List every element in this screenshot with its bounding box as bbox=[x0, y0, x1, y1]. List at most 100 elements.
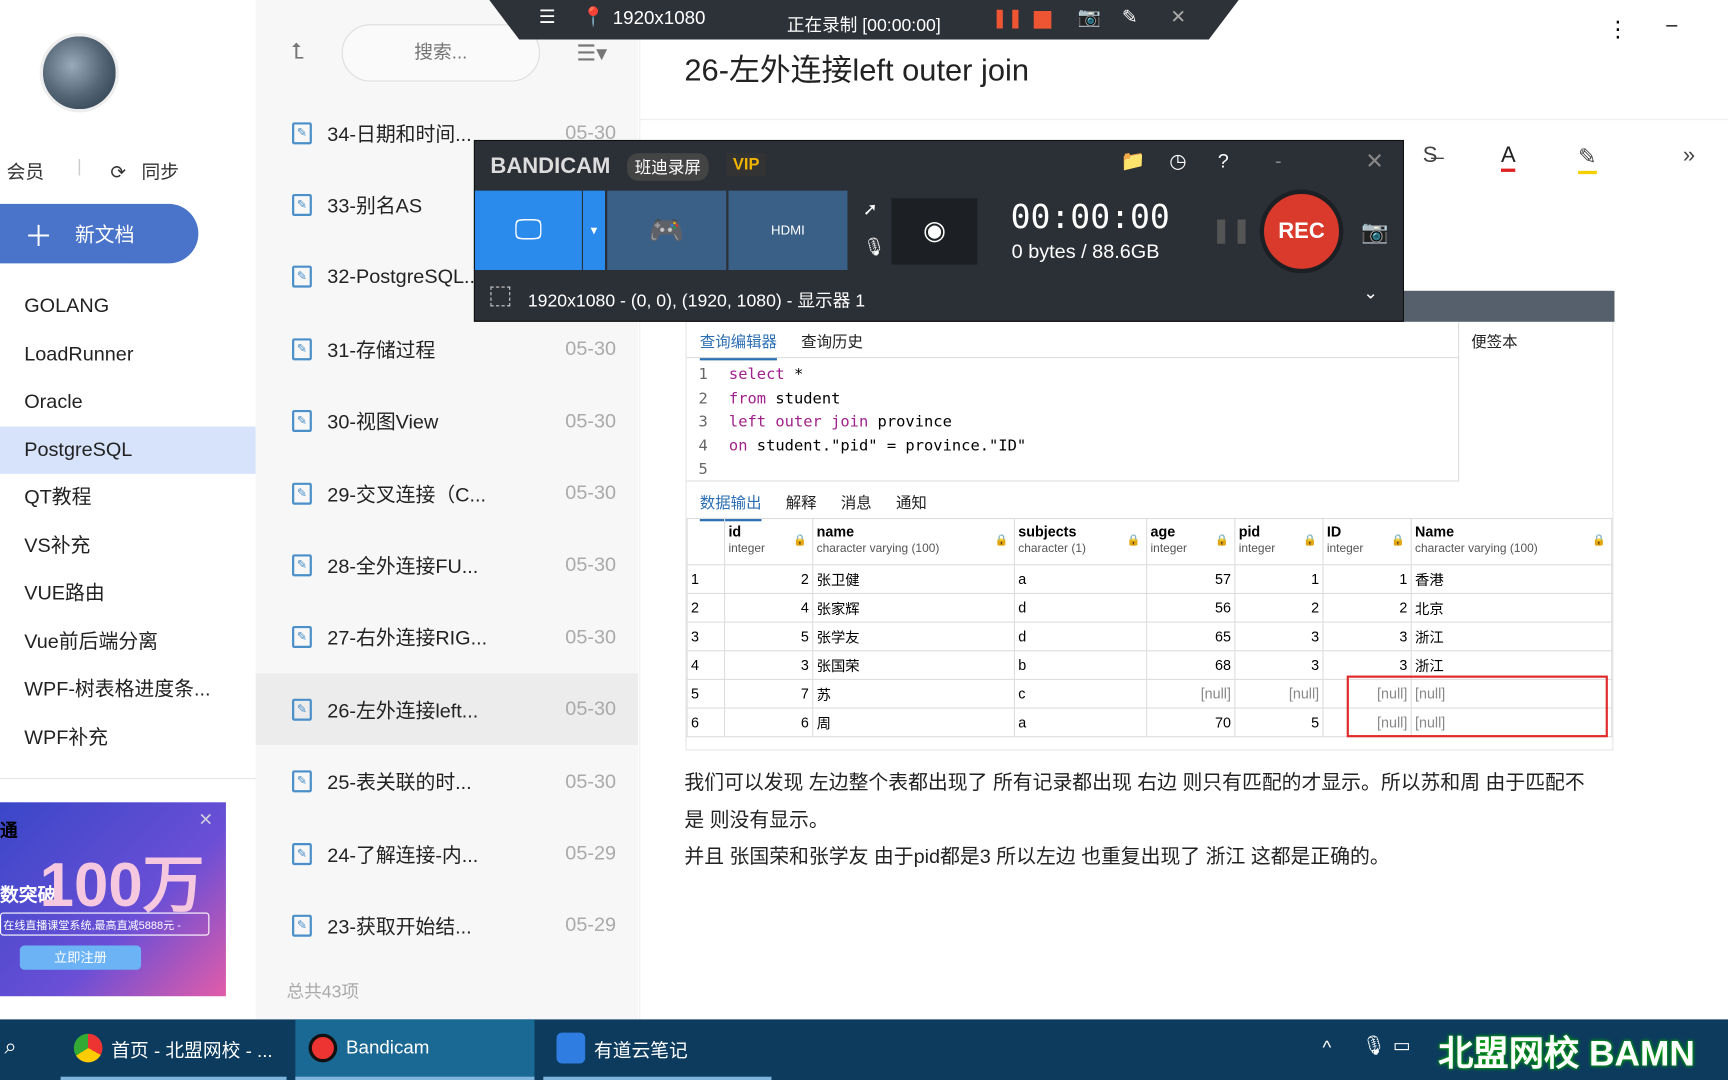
grid-cell[interactable]: 2 bbox=[724, 564, 814, 594]
grid-cell[interactable]: 6 bbox=[686, 707, 726, 738]
pin-icon[interactable]: 📍 bbox=[582, 7, 605, 29]
column-header[interactable]: age integer 🔒 bbox=[1146, 517, 1236, 566]
member-link[interactable]: 会员 bbox=[7, 156, 44, 184]
grid-cell[interactable]: 张卫健 bbox=[812, 564, 1015, 594]
doc-list-item[interactable]: ✎ 28-全外连接FU... 05-30 bbox=[256, 529, 638, 601]
grid-cell[interactable]: 苏 bbox=[812, 678, 1015, 709]
folder-icon[interactable]: 📁 bbox=[1121, 150, 1146, 173]
close-icon[interactable]: ✕ bbox=[198, 809, 213, 831]
battery-icon[interactable]: ▭ bbox=[1393, 1035, 1411, 1057]
tab-data-output[interactable]: 数据输出 bbox=[699, 492, 762, 522]
search-input[interactable] bbox=[341, 24, 540, 82]
screen-mode-button[interactable]: 🖵 bbox=[474, 190, 582, 270]
grid-cell[interactable]: 3 bbox=[724, 650, 814, 680]
ad-register-button[interactable]: 立即注册 bbox=[19, 945, 142, 970]
grid-cell[interactable]: 3 bbox=[1234, 621, 1324, 652]
vip-badge[interactable]: VIP bbox=[726, 153, 767, 177]
grid-cell[interactable]: 1 bbox=[1234, 564, 1324, 594]
grid-cell[interactable]: 65 bbox=[1146, 621, 1236, 652]
column-header[interactable]: id integer 🔒 bbox=[724, 517, 814, 566]
sidebar-item-category[interactable]: VUE路由 bbox=[0, 570, 256, 617]
mic-icon[interactable]: 🎙 bbox=[863, 236, 885, 258]
sidebar-item-category[interactable]: QT教程 bbox=[0, 474, 256, 521]
grid-cell[interactable]: 4 bbox=[686, 650, 726, 680]
grid-cell[interactable]: 6 bbox=[724, 707, 814, 738]
grid-cell[interactable]: a bbox=[1013, 564, 1148, 594]
grid-cell[interactable]: d bbox=[1013, 592, 1148, 623]
doc-list-item[interactable]: ✎ 30-视图View 05-30 bbox=[256, 385, 638, 457]
camera-icon[interactable]: 📷 bbox=[1078, 7, 1101, 29]
grid-cell[interactable]: c bbox=[1013, 678, 1148, 709]
doc-list-item[interactable]: ✎ 25-表关联的时... 05-30 bbox=[256, 746, 638, 818]
minimize-icon[interactable]: - bbox=[1275, 150, 1282, 173]
sidebar-item-category[interactable]: GOLANG bbox=[0, 282, 256, 329]
grid-cell[interactable]: 周 bbox=[812, 707, 1015, 738]
pause-icon[interactable]: ❚❚ bbox=[1211, 216, 1252, 245]
grid-cell[interactable]: 3 bbox=[1234, 650, 1324, 680]
grid-cell[interactable]: 4 bbox=[724, 592, 814, 623]
avatar[interactable] bbox=[39, 33, 120, 113]
doc-list-item[interactable]: ✎ 23-获取开始结... 05-29 bbox=[256, 890, 638, 962]
doc-list-item[interactable]: ✎ 24-了解连接-内... 05-29 bbox=[256, 818, 638, 890]
column-header[interactable]: subjects character (1) 🔒 bbox=[1013, 517, 1148, 566]
tab-notepad[interactable]: 便签本 bbox=[1471, 331, 1517, 353]
close-icon[interactable]: ✕ bbox=[1365, 148, 1383, 176]
grid-cell[interactable]: a bbox=[1013, 707, 1148, 738]
font-color-icon[interactable]: A bbox=[1500, 143, 1516, 172]
sidebar-item-category[interactable]: Oracle bbox=[0, 378, 256, 425]
grid-cell[interactable]: [null] bbox=[1146, 678, 1236, 709]
more-icon[interactable]: ⋮ bbox=[1607, 15, 1629, 43]
clock-icon[interactable]: ◷ bbox=[1169, 150, 1186, 173]
grid-cell[interactable]: 7 bbox=[724, 678, 814, 709]
grid-cell[interactable]: 5 bbox=[686, 678, 726, 709]
grid-cell[interactable]: b bbox=[1013, 650, 1148, 680]
column-header[interactable]: ID integer 🔒 bbox=[1322, 517, 1412, 566]
tab-explain[interactable]: 解释 bbox=[786, 492, 817, 514]
doc-list-item[interactable]: ✎ 27-右外连接RIG... 05-30 bbox=[256, 601, 638, 673]
ad-banner[interactable]: 通 数突破 100万 在线直播课堂系统,最高直减5888元 - 立即注册 ✕ bbox=[0, 802, 226, 997]
sidebar-item-category[interactable]: WPF补充 bbox=[0, 714, 256, 761]
mic-icon[interactable]: 🎙 bbox=[1362, 1035, 1386, 1057]
taskbar-chrome[interactable]: 首页 - 北盟网校 - ... bbox=[60, 1019, 287, 1080]
grid-cell[interactable]: 浙江 bbox=[1410, 621, 1613, 652]
taskbar-bandicam[interactable]: Bandicam bbox=[295, 1019, 535, 1080]
doc-list-item[interactable]: ✎ 31-存储过程 05-30 bbox=[256, 313, 638, 385]
sql-editor[interactable]: 1 select * 2 from student 3 left outer joi… bbox=[686, 357, 1458, 482]
tab-messages[interactable]: 消息 bbox=[841, 492, 872, 514]
close-icon[interactable]: ✕ bbox=[1170, 7, 1186, 29]
grid-cell[interactable]: 1 bbox=[686, 564, 726, 594]
grid-cell[interactable]: 5 bbox=[1234, 707, 1324, 738]
grid-cell[interactable]: 北京 bbox=[1410, 592, 1613, 623]
grid-cell[interactable]: d bbox=[1013, 621, 1148, 652]
grid-cell[interactable]: 2 bbox=[1234, 592, 1324, 623]
help-icon[interactable]: ? bbox=[1218, 150, 1229, 173]
grid-cell[interactable]: 3 bbox=[1322, 621, 1412, 652]
grid-cell[interactable]: 57 bbox=[1146, 564, 1236, 594]
minimize-icon[interactable]: – bbox=[1666, 13, 1677, 36]
new-doc-button[interactable]: ＋ 新文档 bbox=[0, 203, 199, 264]
taskbar-youdao[interactable]: 有道云笔记 bbox=[543, 1019, 772, 1080]
grid-cell[interactable]: 1 bbox=[1322, 564, 1412, 594]
sync-button[interactable]: ⟳ 同步 bbox=[110, 156, 179, 184]
grid-cell[interactable]: 张国荣 bbox=[812, 650, 1015, 680]
strikethrough-icon[interactable]: S̶ bbox=[1423, 143, 1438, 168]
sidebar-item-category[interactable]: LoadRunner bbox=[0, 330, 256, 377]
tab-query-editor[interactable]: 查询编辑器 bbox=[699, 331, 777, 361]
chevron-down-icon[interactable]: ⌄ bbox=[1363, 282, 1378, 304]
sort-menu-icon[interactable]: ☰▾ bbox=[576, 40, 607, 68]
grid-cell[interactable]: 56 bbox=[1146, 592, 1236, 623]
back-up-icon[interactable]: ⮤ bbox=[291, 40, 304, 65]
more-tools-icon[interactable]: » bbox=[1683, 143, 1695, 168]
doc-list-item[interactable]: ✎ 29-交叉连接（C... 05-30 bbox=[256, 457, 638, 529]
grid-cell[interactable]: 3 bbox=[686, 621, 726, 652]
tray-chevron-icon[interactable]: ^ bbox=[1322, 1037, 1331, 1059]
webcam-icon[interactable]: ◉ bbox=[891, 198, 978, 265]
column-header[interactable]: pid integer 🔒 bbox=[1234, 517, 1324, 566]
camera-icon[interactable]: 📷 bbox=[1361, 218, 1388, 246]
doc-list-item[interactable]: ✎ 26-左外连接left... 05-30 bbox=[255, 673, 639, 746]
menu-icon[interactable]: ☰ bbox=[539, 7, 556, 29]
column-header[interactable]: name character varying (100) 🔒 bbox=[812, 517, 1015, 566]
sidebar-item-category[interactable]: PostgreSQL bbox=[0, 425, 256, 474]
cursor-icon[interactable]: ➚ bbox=[863, 198, 878, 220]
column-header[interactable]: Name character varying (100) 🔒 bbox=[1410, 517, 1613, 566]
